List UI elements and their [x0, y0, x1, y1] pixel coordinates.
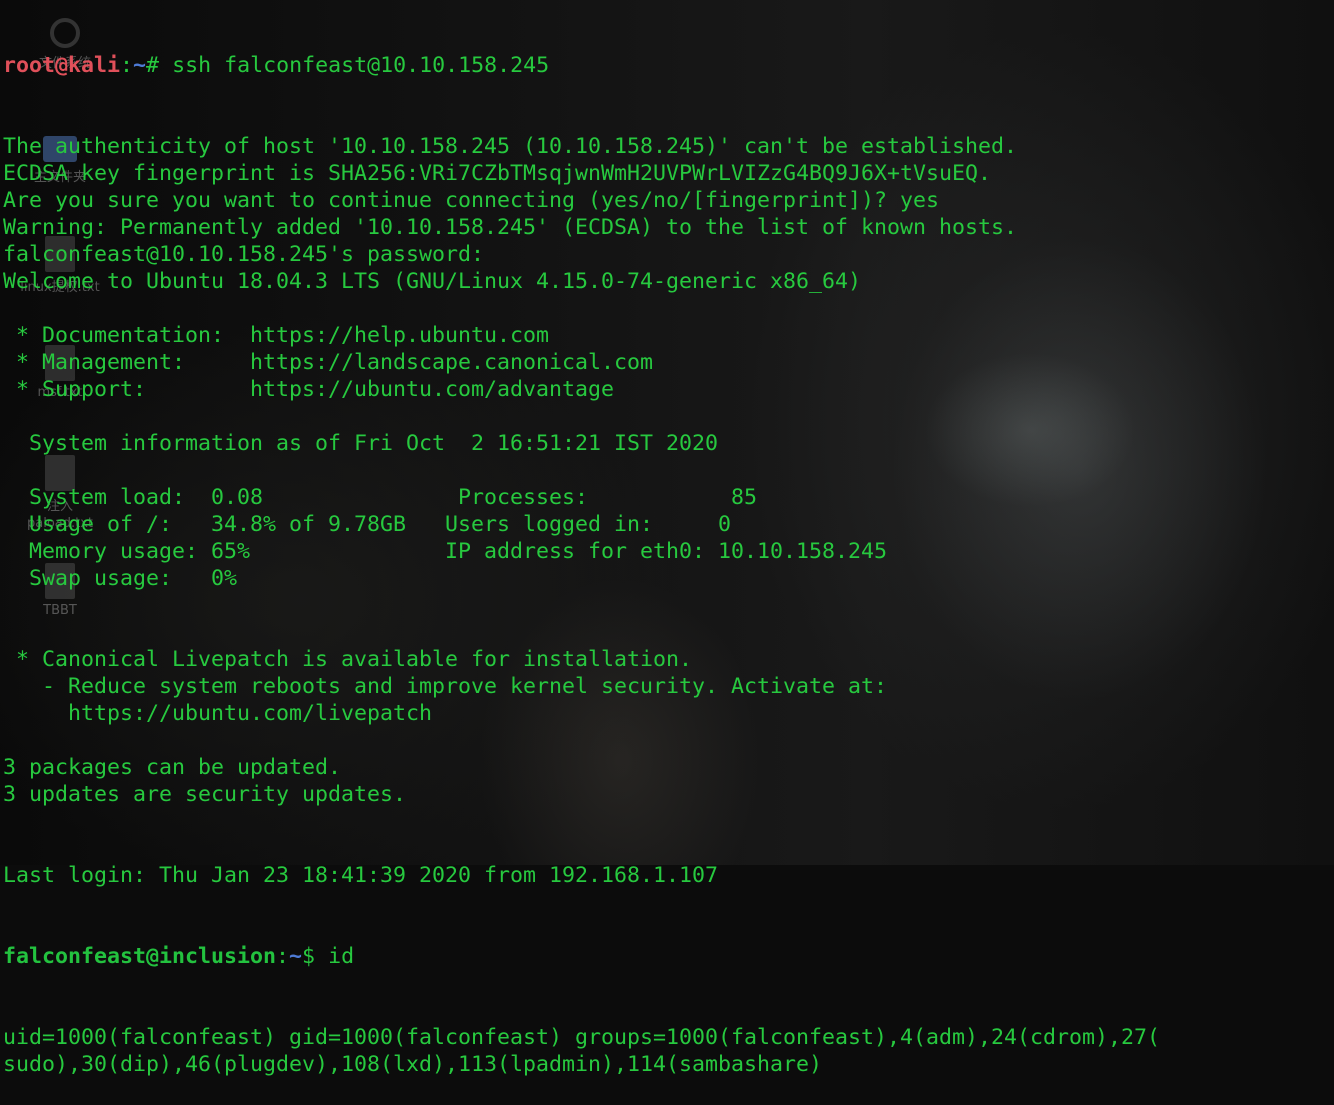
terminal-line: 3 packages can be updated.	[3, 755, 342, 780]
terminal-line: * Canonical Livepatch is available for i…	[3, 647, 693, 672]
command-text: ssh falconfeast@10.10.158.245	[172, 53, 550, 78]
prompt-symbol: #	[146, 53, 173, 78]
terminal-line: Warning: Permanently added '10.10.158.24…	[3, 215, 1018, 240]
prompt-symbol: $	[302, 944, 329, 969]
terminal-line: Are you sure you want to continue connec…	[3, 188, 940, 213]
terminal-line: * Management: https://landscape.canonica…	[3, 350, 654, 375]
terminal-line: ECDSA key fingerprint is SHA256:VRi7CZbT…	[3, 161, 992, 186]
terminal-line: falconfeast@10.10.158.245's password:	[3, 242, 498, 267]
terminal-line: System load: 0.08 Processes: 85	[3, 485, 758, 510]
terminal-line: uid=1000(falconfeast) gid=1000(falconfea…	[3, 1025, 1161, 1050]
terminal-line: * Support: https://ubuntu.com/advantage	[3, 377, 615, 402]
terminal-line: Memory usage: 65% IP address for eth0: 1…	[3, 539, 888, 564]
prompt-separator: :	[276, 944, 290, 969]
ssh-output: The authenticity of host '10.10.158.245 …	[3, 133, 1160, 889]
terminal-line: https://ubuntu.com/livepatch	[3, 701, 433, 726]
prompt-path: ~	[289, 944, 303, 969]
prompt-user: root@kali	[3, 53, 121, 78]
terminal-line: Usage of /: 34.8% of 9.78GB Users logged…	[3, 512, 732, 537]
prompt-line: falconfeast@inclusion:~$ id	[3, 943, 1160, 970]
terminal-line: Swap usage: 0%	[3, 566, 238, 591]
id-output: uid=1000(falconfeast) gid=1000(falconfea…	[3, 1024, 1160, 1078]
prompt-user: falconfeast@inclusion	[3, 944, 277, 969]
command-text: id	[328, 944, 355, 969]
prompt-path: ~	[133, 53, 147, 78]
terminal-line: Welcome to Ubuntu 18.04.3 LTS (GNU/Linux…	[3, 269, 862, 294]
terminal-line: The authenticity of host '10.10.158.245 …	[3, 134, 1018, 159]
terminal-output[interactable]: root@kali:~# ssh falconfeast@10.10.158.2…	[3, 0, 1160, 1105]
terminal-line: * Documentation: https://help.ubuntu.com	[3, 323, 550, 348]
prompt-line: root@kali:~# ssh falconfeast@10.10.158.2…	[3, 52, 1160, 79]
terminal-line: sudo),30(dip),46(plugdev),108(lxd),113(l…	[3, 1052, 823, 1077]
terminal-line: 3 updates are security updates.	[3, 782, 407, 807]
terminal-line: - Reduce system reboots and improve kern…	[3, 674, 888, 699]
terminal-line: System information as of Fri Oct 2 16:51…	[3, 431, 719, 456]
terminal-line: Last login: Thu Jan 23 18:41:39 2020 fro…	[3, 863, 719, 888]
prompt-separator: :	[120, 53, 134, 78]
